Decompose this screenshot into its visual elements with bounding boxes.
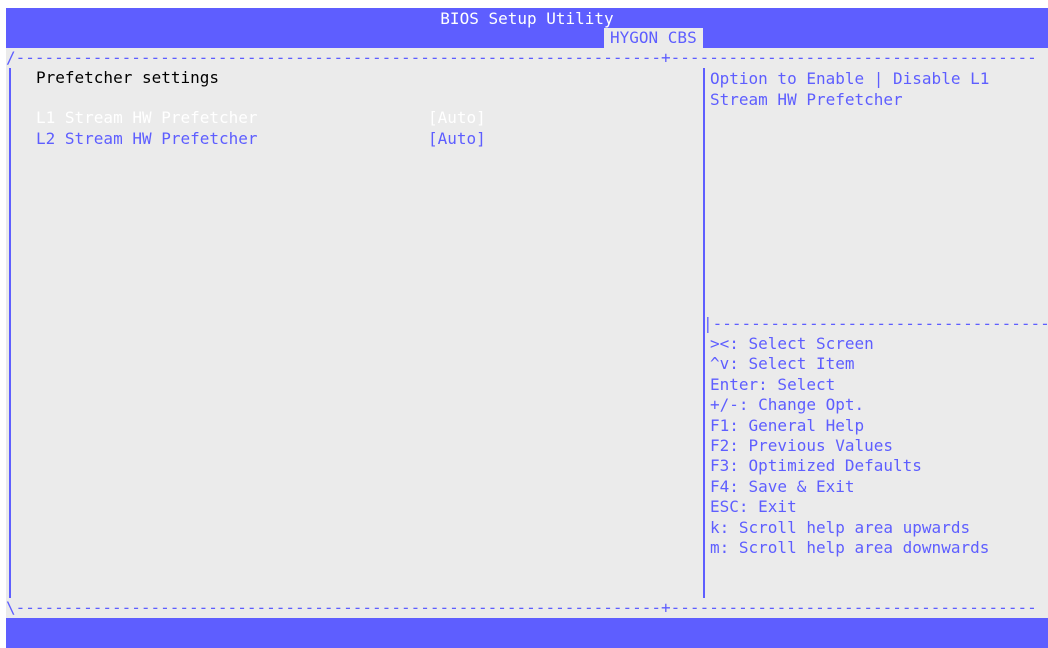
key-help-enter: Enter: Select bbox=[710, 374, 836, 394]
status-bar bbox=[6, 618, 1048, 648]
key-help-f3: F3: Optimized Defaults bbox=[710, 456, 922, 476]
key-help-f2: F2: Previous Values bbox=[710, 436, 894, 456]
top-border: /---------------------------------------… bbox=[6, 48, 1037, 67]
menu-item-l1-value[interactable]: [Auto] bbox=[428, 108, 486, 128]
help-text: Option to Enable | Disable L1 Stream HW … bbox=[710, 69, 990, 109]
title-bar: BIOS Setup Utility HYGON CBS bbox=[6, 8, 1048, 48]
key-help-select-item: ^v: Select Item bbox=[710, 354, 855, 374]
key-help-change-opt: +/-: Change Opt. bbox=[710, 395, 865, 415]
key-help-f1: F1: General Help bbox=[710, 415, 865, 435]
key-help-esc: ESC: Exit bbox=[710, 497, 797, 517]
tab-hygon-cbs[interactable]: HYGON CBS bbox=[604, 28, 703, 48]
key-help-m: m: Scroll help area downwards bbox=[710, 538, 990, 558]
key-help-list: ><: Select Screen ^v: Select Item Enter:… bbox=[710, 334, 1040, 558]
menu-item-l2-value[interactable]: [Auto] bbox=[428, 129, 486, 149]
page-heading: Prefetcher settings bbox=[36, 68, 220, 87]
app-title: BIOS Setup Utility bbox=[440, 9, 614, 28]
key-help-k: k: Scroll help area upwards bbox=[710, 517, 971, 537]
menu-item-l2-stream-hw-prefetcher[interactable]: L2 Stream HW Prefetcher bbox=[36, 129, 258, 149]
key-help-f4: F4: Save & Exit bbox=[710, 476, 855, 496]
left-border bbox=[9, 68, 11, 598]
bottom-border: \---------------------------------------… bbox=[6, 598, 1037, 617]
bios-screen: BIOS Setup Utility HYGON CBS /----------… bbox=[6, 8, 1048, 648]
help-separator: |-------------------------------------- bbox=[703, 314, 1048, 333]
menu-item-l1-stream-hw-prefetcher[interactable]: L1 Stream HW Prefetcher bbox=[36, 108, 258, 128]
key-help-select-screen: ><: Select Screen bbox=[710, 334, 874, 353]
